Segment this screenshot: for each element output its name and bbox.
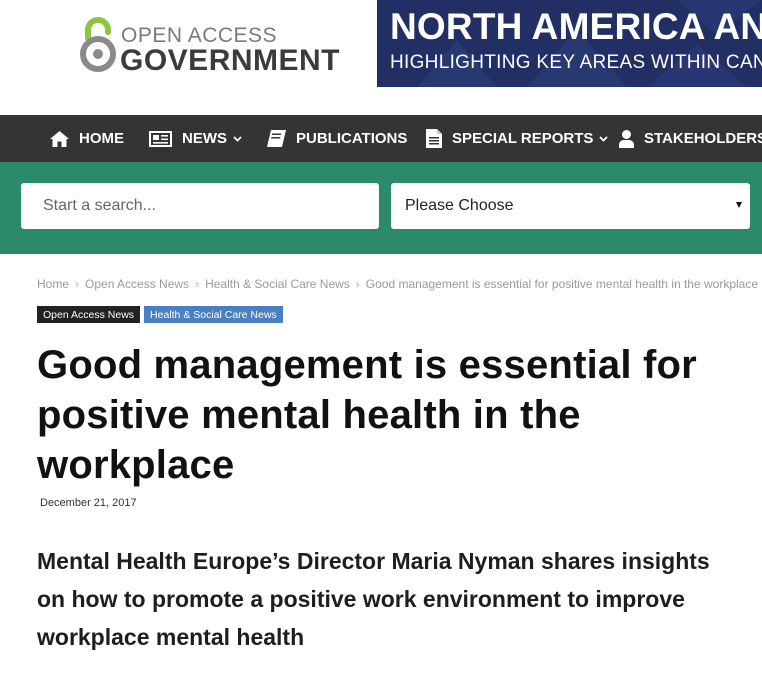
breadcrumb-current: Good management is essential for positiv… [365, 277, 759, 291]
main-navigation: HOME NEWS PUBLICATIONS SPECIAL REPORTS S… [0, 115, 762, 162]
nav-label-stakeholders: STAKEHOLDERS [644, 130, 762, 147]
breadcrumb-separator: › [195, 277, 200, 291]
book-icon [267, 130, 286, 147]
article-date: December 21, 2017 [40, 497, 137, 509]
category-select[interactable]: Please Choose [391, 183, 750, 229]
site-header: OPEN ACCESS GOVERNMENT NORTH AMERICA AN … [0, 0, 762, 115]
search-input[interactable] [21, 183, 379, 229]
nav-item-home[interactable]: HOME [50, 115, 124, 162]
logo-text-bottom: GOVERNMENT [120, 44, 341, 77]
breadcrumb-health-social-care-news[interactable]: Health & Social Care News [205, 277, 350, 291]
article-lede: Mental Health Europe’s Director Maria Ny… [37, 548, 710, 650]
user-icon [619, 129, 634, 148]
nav-item-stakeholders[interactable]: STAKEHOLDERS [619, 115, 762, 162]
breadcrumb-separator: › [75, 277, 80, 291]
newspaper-icon [149, 130, 172, 147]
site-logo[interactable]: OPEN ACCESS GOVERNMENT [78, 14, 341, 77]
nav-label-home: HOME [79, 130, 124, 147]
padlock-logo-icon [80, 17, 116, 72]
chevron-down-icon [599, 135, 609, 142]
nav-label-publications: PUBLICATIONS [296, 130, 408, 147]
article-tags: Open Access News Health & Social Care Ne… [37, 306, 283, 323]
breadcrumb-separator: › [355, 277, 360, 291]
banner-subtitle: HIGHLIGHTING KEY AREAS WITHIN CANADA [390, 52, 762, 73]
breadcrumb-home[interactable]: Home [37, 277, 69, 291]
tag-health-social-care-news[interactable]: Health & Social Care News [144, 306, 283, 323]
breadcrumb: Home › Open Access News › Health & Social Ca… [37, 277, 762, 291]
dropdown-arrow-icon [736, 202, 742, 208]
nav-label-special-reports: SPECIAL REPORTS [452, 130, 594, 147]
nav-label-news: NEWS [182, 130, 227, 147]
home-icon [50, 130, 69, 147]
chevron-down-icon [233, 135, 242, 142]
breadcrumb-open-access-news[interactable]: Open Access News [85, 277, 189, 291]
nav-item-special-reports[interactable]: SPECIAL REPORTS [426, 115, 609, 162]
nav-item-publications[interactable]: PUBLICATIONS [267, 115, 407, 162]
article-title: Good management is essential for positiv… [37, 343, 697, 487]
search-bar: Please Choose [0, 162, 762, 254]
advert-banner[interactable]: NORTH AMERICA AN HIGHLIGHTING KEY AREAS … [377, 0, 762, 87]
category-select-value: Please Choose [405, 197, 514, 214]
tag-open-access-news[interactable]: Open Access News [37, 306, 141, 323]
banner-title: NORTH AMERICA AN [390, 6, 762, 47]
document-icon [426, 129, 442, 148]
nav-item-news[interactable]: NEWS [149, 115, 242, 162]
